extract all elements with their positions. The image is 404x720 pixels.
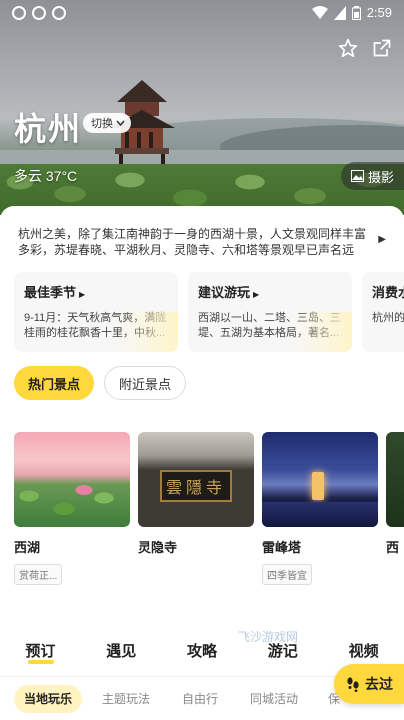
- spot-image: [262, 432, 378, 527]
- notification-icon: [52, 6, 66, 20]
- info-card-consumption[interactable]: 消费水 杭州的消等国内一...: [362, 272, 404, 352]
- spot-card-lingyin[interactable]: 雲隱寺 灵隐寺: [138, 432, 254, 556]
- info-card-title: 消费水: [372, 285, 404, 300]
- photo-button[interactable]: 摄影: [340, 162, 404, 190]
- city-title: 杭州: [14, 111, 83, 147]
- tab-booking[interactable]: 预订: [0, 634, 81, 670]
- hero-banner: 2:59 杭州 切换 多云 37°C 摄影: [0, 0, 404, 215]
- tab-guides[interactable]: 攻略: [162, 634, 243, 670]
- spot-image: [14, 432, 130, 527]
- content-sheet: 杭州之美，除了集江南神韵于一身的西湖十景，人文景观同样丰富多彩，苏堤春晓、平湖秋…: [0, 206, 404, 624]
- visited-label: 去过: [365, 676, 393, 692]
- subtab-local-play[interactable]: 当地玩乐: [14, 685, 83, 713]
- spot-name: 西: [386, 540, 400, 555]
- notification-icon: [12, 6, 26, 20]
- share-icon[interactable]: [372, 38, 392, 58]
- spot-name: 灵隐寺: [138, 540, 178, 555]
- photo-label: 摄影: [367, 169, 394, 185]
- info-card-best-season[interactable]: 最佳季节 ▶ 9-11月：天气秋高气爽，满陇桂雨的桂花飘香十里，中秋...: [14, 272, 178, 352]
- main-tabs: 预订 遇见 攻略 游记 视频: [0, 634, 404, 670]
- spot-card-leifeng[interactable]: 雷峰塔 四季皆宜: [262, 432, 378, 585]
- spot-filter-chips: 热门景点 附近景点: [14, 366, 187, 400]
- chevron-right-icon[interactable]: ▶: [378, 234, 386, 245]
- spot-image: 雲隱寺: [138, 432, 254, 527]
- info-card-title: 建议游玩: [198, 285, 251, 300]
- notification-icons: [12, 6, 66, 20]
- spot-card-xihu[interactable]: 西湖 赏荷正...: [14, 432, 130, 585]
- weather-text: 多云 37°C: [14, 168, 78, 184]
- info-card-title: 最佳季节: [24, 285, 77, 300]
- spot-list: 西湖 赏荷正... 雲隱寺 灵隐寺 雷峰塔 四季皆宜 西: [14, 432, 404, 592]
- spot-card-partial[interactable]: 西: [386, 432, 404, 556]
- clock: 2:59: [366, 5, 392, 20]
- tab-meet[interactable]: 遇见: [81, 634, 162, 670]
- image-icon: [350, 170, 364, 182]
- visited-button[interactable]: 去过: [334, 664, 404, 704]
- info-cards: 最佳季节 ▶ 9-11月：天气秋高气爽，满陇桂雨的桂花飘香十里，中秋... 建议游…: [14, 272, 404, 352]
- subtab-free-travel[interactable]: 自由行: [182, 685, 218, 713]
- watermark: 飞沙游戏网: [238, 630, 299, 644]
- tower-light: [312, 472, 324, 500]
- spot-tag: 赏荷正...: [14, 564, 63, 585]
- spot-tag: 四季皆宜: [262, 564, 312, 585]
- signal-icon: [333, 5, 346, 20]
- wifi-icon: [311, 5, 328, 19]
- info-card-suggested-play[interactable]: 建议游玩 ▶ 西湖以一山、二塔、三岛、三堤、五湖为基本格局，著名...: [188, 272, 352, 352]
- subtab-city-events[interactable]: 同城活动: [250, 685, 298, 713]
- battery-icon: [351, 5, 361, 20]
- spot-image: [386, 432, 404, 527]
- hot-spots-chip[interactable]: 热门景点: [14, 366, 95, 400]
- switch-city-label: 切换: [91, 118, 113, 130]
- subtab-theme-play[interactable]: 主题玩法: [102, 685, 150, 713]
- temple-plaque: 雲隱寺: [160, 470, 232, 502]
- star-icon[interactable]: [338, 38, 358, 58]
- caret-right-icon: ▶: [79, 290, 86, 299]
- notification-icon: [32, 6, 46, 20]
- info-card-body: 杭州的消等国内一...: [372, 312, 404, 324]
- spot-name: 雷峰塔: [262, 540, 302, 555]
- switch-city-button[interactable]: 切换: [83, 113, 131, 133]
- spot-name: 西湖: [14, 540, 41, 555]
- caret-right-icon: ▶: [253, 290, 260, 299]
- status-bar: 2:59: [0, 0, 404, 26]
- nearby-spots-chip[interactable]: 附近景点: [104, 366, 187, 400]
- footprints-icon: [347, 677, 359, 692]
- chevron-down-icon: [116, 120, 125, 126]
- city-intro[interactable]: 杭州之美，除了集江南神韵于一身的西湖十景，人文景观同样丰富多彩，苏堤春晓、平湖秋…: [18, 226, 374, 258]
